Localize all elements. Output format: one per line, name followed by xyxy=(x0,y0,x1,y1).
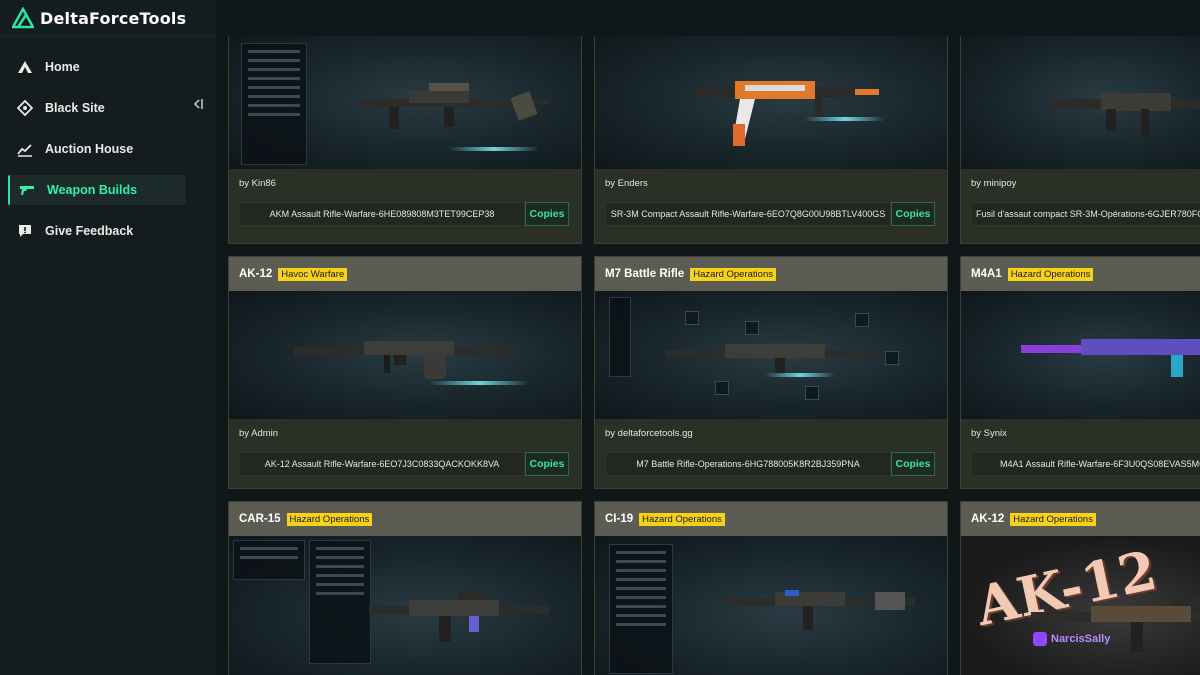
build-card[interactable]: M4A1 Hazard Operations by Synix M4A1 Ass… xyxy=(960,256,1200,489)
gun-icon xyxy=(18,181,36,199)
build-code[interactable]: Fusil d'assaut compact SR-3M-Opérations-… xyxy=(971,202,1200,226)
nav-item-weapon-builds[interactable]: Weapon Builds xyxy=(8,175,186,205)
build-author: by deltaforcetools.gg xyxy=(605,428,693,439)
build-card[interactable]: AK-12 Hazard Operations AK-12 NarcisSall… xyxy=(960,501,1200,675)
build-header: CI-19 Hazard Operations xyxy=(595,502,947,536)
build-header: M7 Battle Rifle Hazard Operations xyxy=(595,257,947,291)
build-screenshot xyxy=(961,291,1200,419)
build-header: M4A1 Hazard Operations xyxy=(961,257,1200,291)
build-code[interactable]: M4A1 Assault Rifle-Warfare-6F3U0QS08EVAS… xyxy=(971,452,1200,476)
build-info: by Admin AK-12 Assault Rifle-Warfare-6EO… xyxy=(229,419,581,488)
nav-label: Black Site xyxy=(45,101,105,115)
build-card[interactable]: by Kin86 AKM Assault Rifle-Warfare-6HE08… xyxy=(228,36,582,244)
feedback-icon xyxy=(16,222,34,240)
copy-button[interactable]: Copies xyxy=(891,452,935,476)
build-screenshot xyxy=(595,291,947,419)
nav-label: Home xyxy=(45,60,80,74)
weapon-name: AK-12 xyxy=(971,513,1005,525)
copy-button[interactable]: Copies xyxy=(891,202,935,226)
build-card[interactable]: CAR-15 Hazard Operations xyxy=(228,501,582,675)
build-info: by Kin86 AKM Assault Rifle-Warfare-6HE08… xyxy=(229,169,581,243)
build-card[interactable]: CI-19 Hazard Operations xyxy=(594,501,948,675)
copy-button[interactable]: Copies xyxy=(525,202,569,226)
black-site-icon xyxy=(16,99,34,117)
build-code[interactable]: M7 Battle Rifle-Operations-6HG788005K8R2… xyxy=(605,452,891,476)
main-top-strip xyxy=(216,0,1200,36)
build-screenshot xyxy=(229,536,581,675)
build-header: CAR-15 Hazard Operations xyxy=(229,502,581,536)
build-header: AK-12 Havoc Warfare xyxy=(229,257,581,291)
watermark: NarcisSally xyxy=(1033,632,1110,646)
build-card[interactable]: M7 Battle Rifle Hazard Operations by del… xyxy=(594,256,948,489)
build-screenshot xyxy=(229,291,581,419)
collapse-icon xyxy=(193,99,203,109)
nav-label: Weapon Builds xyxy=(47,183,138,197)
mode-badge: Hazard Operations xyxy=(639,512,725,526)
mode-badge: Hazard Operations xyxy=(286,512,373,526)
weapon-builds-grid: by Kin86 AKM Assault Rifle-Warfare-6HE08… xyxy=(216,36,1200,675)
weapon-name: M4A1 xyxy=(971,268,1002,280)
build-header: AK-12 Hazard Operations xyxy=(961,502,1200,536)
twitch-icon xyxy=(1033,632,1047,646)
build-card[interactable]: by minipoy Fusil d'assaut compact SR-3M-… xyxy=(960,36,1200,244)
weapon-name: CI-19 xyxy=(605,513,634,525)
nav-item-give-feedback[interactable]: Give Feedback xyxy=(8,216,186,246)
logo-icon xyxy=(12,7,34,29)
build-code[interactable]: AKM Assault Rifle-Warfare-6HE089808M3TET… xyxy=(239,202,525,226)
home-icon xyxy=(16,58,34,76)
build-info: by minipoy Fusil d'assaut compact SR-3M-… xyxy=(961,169,1200,243)
weapon-name: CAR-15 xyxy=(239,513,281,525)
build-screenshot: AK-12 NarcisSally xyxy=(961,536,1200,675)
build-screenshot xyxy=(595,536,947,675)
build-card[interactable]: by Enders SR-3M Compact Assault Rifle-Wa… xyxy=(594,36,948,244)
build-info: by Synix M4A1 Assault Rifle-Warfare-6F3U… xyxy=(961,419,1200,488)
collapse-sidebar-button[interactable] xyxy=(186,94,210,114)
mode-badge: Havoc Warfare xyxy=(278,267,348,281)
nav-item-black-site[interactable]: Black Site xyxy=(8,93,186,123)
nav-label: Give Feedback xyxy=(45,224,134,238)
build-author: by Synix xyxy=(971,428,1007,439)
build-card[interactable]: AK-12 Havoc Warfare by Admin AK-12 Assau… xyxy=(228,256,582,489)
weapon-name: M7 Battle Rifle xyxy=(605,268,685,280)
build-author: by Admin xyxy=(239,428,279,439)
build-author: by Enders xyxy=(605,178,648,189)
build-screenshot xyxy=(595,36,947,169)
nav-item-home[interactable]: Home xyxy=(8,52,186,82)
sidebar: Home Black Site Auction House Weapon Bui… xyxy=(0,36,216,675)
build-code[interactable]: AK-12 Assault Rifle-Warfare-6EO7J3C0833Q… xyxy=(239,452,525,476)
build-author: by Kin86 xyxy=(239,178,276,189)
build-code[interactable]: SR-3M Compact Assault Rifle-Warfare-6EO7… xyxy=(605,202,891,226)
build-screenshot xyxy=(229,36,581,169)
app-logo[interactable]: DeltaForceTools xyxy=(12,6,186,30)
build-screenshot xyxy=(961,36,1200,169)
mode-badge: Hazard Operations xyxy=(690,267,776,281)
build-info: by deltaforcetools.gg M7 Battle Rifle-Op… xyxy=(595,419,947,488)
copy-button[interactable]: Copies xyxy=(525,452,569,476)
weapon-name: AK-12 xyxy=(239,268,273,280)
build-info: by Enders SR-3M Compact Assault Rifle-Wa… xyxy=(595,169,947,243)
mode-badge: Hazard Operations xyxy=(1010,512,1096,526)
mode-badge: Hazard Operations xyxy=(1007,267,1094,281)
nav-label: Auction House xyxy=(45,142,134,156)
chart-icon xyxy=(16,140,34,158)
nav-item-auction-house[interactable]: Auction House xyxy=(8,134,186,164)
app-title: DeltaForceTools xyxy=(40,8,187,28)
build-author: by minipoy xyxy=(971,178,1017,189)
